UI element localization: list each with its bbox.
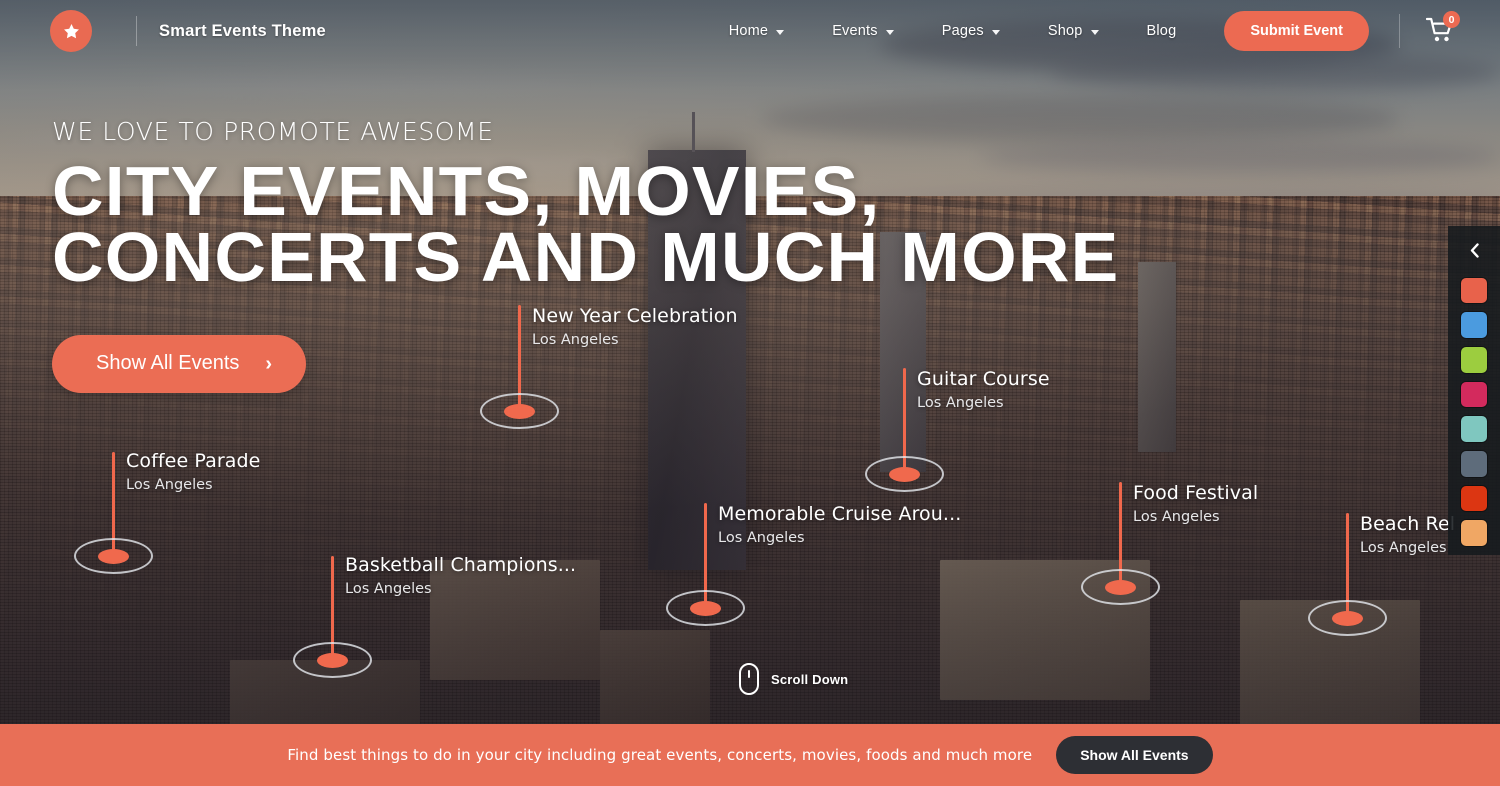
pin-city: Los Angeles	[345, 581, 432, 597]
pin-title: Beach Rel	[1360, 513, 1456, 535]
pin-city: Los Angeles	[1360, 540, 1447, 556]
color-swatch-8[interactable]	[1461, 520, 1487, 547]
chevron-down-icon	[1090, 29, 1099, 35]
chevron-down-icon	[885, 29, 894, 35]
pin-title: Basketball Champions...	[345, 554, 577, 576]
hero-section: WE LOVE TO PROMOTE AWESOME CITY EVENTS, …	[52, 117, 1118, 393]
header-divider	[1399, 14, 1400, 48]
nav-label: Pages	[941, 23, 984, 39]
nav-item-pages[interactable]: Pages	[918, 23, 1024, 39]
nav-item-shop[interactable]: Shop	[1024, 23, 1123, 39]
chevron-left-icon[interactable]	[1461, 238, 1487, 264]
color-switcher-panel	[1448, 226, 1500, 555]
pin-marker	[690, 601, 721, 616]
show-all-events-button[interactable]: Show All Events ›	[52, 334, 307, 393]
submit-event-button[interactable]: Submit Event	[1224, 11, 1369, 51]
color-swatch-1[interactable]	[1461, 277, 1487, 304]
color-swatch-2[interactable]	[1461, 312, 1487, 339]
pin-label: Beach Rel Los Angeles	[1360, 513, 1455, 556]
pin-marker	[504, 404, 535, 419]
hero-cta-label: Show All Events	[96, 352, 240, 374]
nav-item-events[interactable]: Events	[808, 23, 918, 39]
star-icon[interactable]	[50, 10, 92, 52]
chevron-down-icon	[776, 29, 785, 35]
nav-label: Blog	[1146, 23, 1177, 39]
nav-label: Shop	[1047, 23, 1083, 39]
chevron-down-icon	[991, 29, 1000, 35]
color-swatch-5[interactable]	[1461, 416, 1487, 443]
pin-city: Los Angeles	[718, 530, 805, 546]
chevron-right-icon: ›	[265, 352, 273, 375]
pin-label: Coffee Parade Los Angeles	[126, 450, 260, 493]
brand-name: Smart Events Theme	[159, 21, 326, 40]
color-swatch-7[interactable]	[1461, 485, 1487, 512]
pin-city: Los Angeles	[126, 477, 213, 493]
page-title: CITY EVENTS, MOVIES, CONCERTS AND MUCH M…	[52, 151, 1120, 296]
nav-label: Events	[832, 23, 878, 39]
color-swatch-4[interactable]	[1461, 381, 1487, 408]
page-root: Smart Events Theme Home Events Pages Sho…	[0, 0, 1500, 786]
main-nav: Home Events Pages Shop Blog Submit Event	[705, 11, 1500, 51]
nav-item-home[interactable]: Home	[705, 23, 808, 39]
pin-marker	[889, 467, 920, 482]
pin-title: Coffee Parade	[126, 450, 261, 472]
pin-title: Memorable Cruise Arou...	[718, 503, 962, 525]
scroll-down-label: Scroll Down	[771, 671, 849, 687]
pin-label: Memorable Cruise Arou... Los Angeles	[718, 503, 961, 546]
color-swatch-3[interactable]	[1461, 347, 1487, 373]
scroll-down-indicator[interactable]: Scroll Down	[739, 663, 848, 695]
pin-marker	[317, 653, 348, 668]
pin-city: Los Angeles	[1133, 509, 1220, 525]
bottom-show-all-events-button[interactable]: Show All Events	[1056, 736, 1213, 774]
pin-marker	[1332, 611, 1363, 626]
site-header: Smart Events Theme Home Events Pages Sho…	[0, 0, 1500, 62]
pin-city: Los Angeles	[917, 395, 1004, 411]
pin-label: Food Festival Los Angeles	[1133, 482, 1258, 525]
nav-item-blog[interactable]: Blog	[1123, 23, 1201, 39]
mouse-icon	[739, 663, 759, 695]
pin-title: Food Festival	[1133, 482, 1259, 504]
color-swatch-6[interactable]	[1461, 451, 1487, 477]
hero-eyebrow: WE LOVE TO PROMOTE AWESOME	[52, 117, 494, 146]
bottom-bar-text: Find best things to do in your city incl…	[287, 746, 1033, 764]
bottom-call-to-action-bar: Find best things to do in your city incl…	[0, 724, 1500, 786]
brand[interactable]: Smart Events Theme	[0, 10, 326, 52]
pin-marker	[1105, 580, 1136, 595]
cart-count-badge: 0	[1443, 11, 1460, 28]
nav-label: Home	[728, 23, 769, 39]
cart-button[interactable]: 0	[1426, 11, 1460, 46]
pin-marker	[98, 549, 129, 564]
pin-label: Basketball Champions... Los Angeles	[345, 554, 576, 597]
brand-divider	[136, 16, 137, 46]
